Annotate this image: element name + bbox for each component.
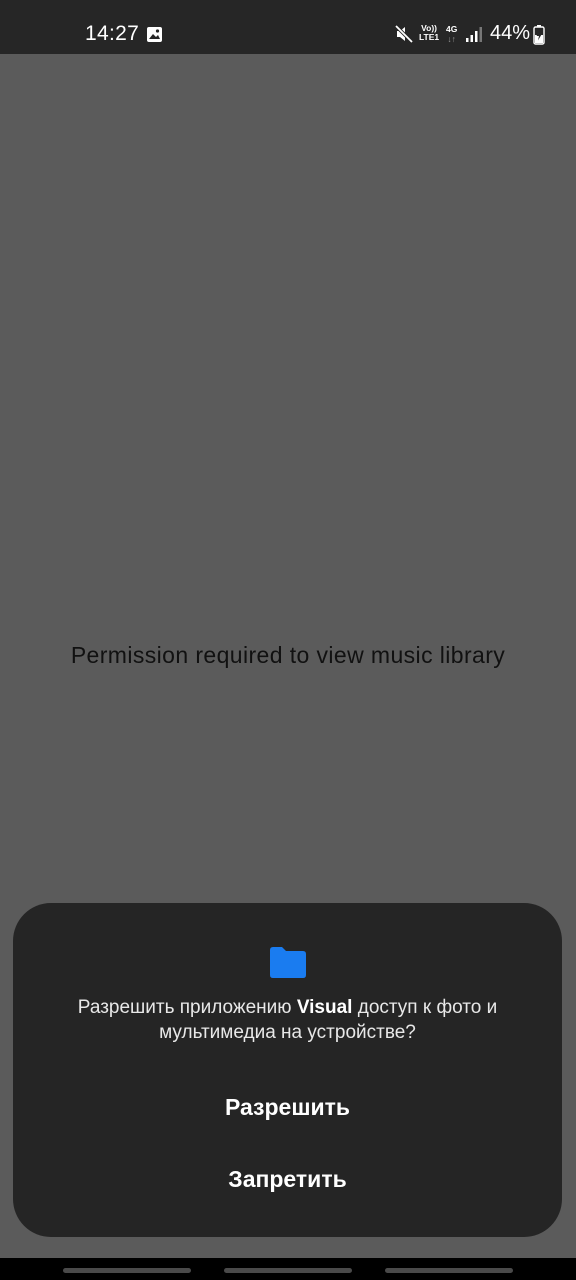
permission-required-message: Permission required to view music librar… [70, 642, 506, 668]
battery-charging-icon [533, 25, 545, 45]
deny-button[interactable]: Запретить [73, 1151, 502, 1207]
volte-icon: Vo)) LTE1 [419, 24, 439, 42]
dialog-app-name: Visual [296, 997, 353, 1018]
volte-bottom-label: LTE1 [419, 32, 440, 42]
network-activity-label: ↓↑ [447, 34, 456, 44]
network-type-icon: 4G ↓↑ [446, 24, 457, 44]
home-nav-handle[interactable] [224, 1268, 352, 1273]
navigation-bar [0, 1258, 576, 1280]
signal-icon [466, 27, 482, 42]
back-nav-handle[interactable] [385, 1268, 513, 1273]
battery-percent: 44% [490, 22, 531, 44]
allow-button[interactable]: Разрешить [73, 1079, 502, 1135]
dialog-prompt-prefix: Разрешить приложению [77, 997, 297, 1018]
permission-dialog: Разрешить приложению Visual доступ к фот… [13, 903, 562, 1237]
recents-nav-handle[interactable] [63, 1268, 191, 1273]
mute-icon [394, 24, 414, 44]
folder-icon [270, 947, 306, 978]
gallery-notification-icon [147, 27, 162, 42]
dialog-prompt: Разрешить приложению Visual доступ к фот… [43, 995, 532, 1045]
screen: 14:27 Vo)) LTE1 4G ↓↑ 44% Permission req… [0, 0, 576, 1280]
network-type-label: 4G [446, 24, 458, 34]
status-time: 14:27 [85, 22, 140, 45]
status-bar: 14:27 Vo)) LTE1 4G ↓↑ 44% [0, 0, 576, 54]
